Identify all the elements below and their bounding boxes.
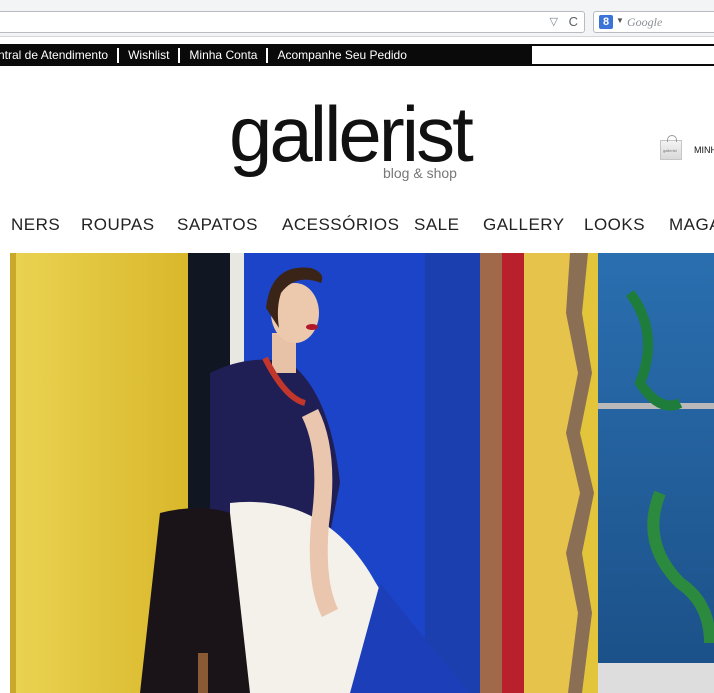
utility-bar: ntral de Atendimento Wishlist Minha Cont… xyxy=(0,44,714,66)
bag-print: gallerist xyxy=(663,148,677,153)
nav-roupas[interactable]: ROUPAS xyxy=(81,215,155,235)
main-navigation: NERS ROUPAS SAPATOS ACESSÓRIOS SALE GALL… xyxy=(0,215,714,239)
site-logo[interactable]: gallerist blog & shop xyxy=(229,92,489,192)
reload-icon[interactable]: C xyxy=(569,14,578,29)
logo-wordmark: gallerist xyxy=(229,90,474,178)
shopping-bag-icon[interactable]: gallerist xyxy=(660,135,682,160)
search-engine-caret-icon[interactable]: ▼ xyxy=(616,16,624,25)
nav-magazine[interactable]: MAGA xyxy=(669,215,714,235)
logo-tagline: blog & shop xyxy=(383,165,457,181)
utility-links: ntral de Atendimento Wishlist Minha Cont… xyxy=(0,44,416,66)
customer-service-link[interactable]: ntral de Atendimento xyxy=(0,48,117,62)
site-search-input[interactable] xyxy=(532,46,714,64)
address-bar[interactable]: ▽ C xyxy=(0,11,585,33)
nav-acessorios[interactable]: ACESSÓRIOS xyxy=(282,215,399,235)
search-placeholder: Google xyxy=(627,15,663,29)
hero-image xyxy=(10,253,714,693)
nav-gallery[interactable]: GALLERY xyxy=(483,215,565,235)
browser-toolbar: ▽ C 8 ▼ Google xyxy=(0,0,714,37)
browser-search-box[interactable]: 8 ▼ Google xyxy=(593,11,714,33)
nav-designers[interactable]: NERS xyxy=(11,215,60,235)
my-account-link[interactable]: Minha Conta xyxy=(180,48,266,62)
track-order-link[interactable]: Acompanhe Seu Pedido xyxy=(268,48,415,62)
dropdown-arrow-icon[interactable]: ▽ xyxy=(550,15,558,28)
cart-label[interactable]: MINH xyxy=(694,145,714,155)
nav-sale[interactable]: SALE xyxy=(414,215,459,235)
nav-looks[interactable]: LOOKS xyxy=(584,215,645,235)
hero-banner[interactable] xyxy=(10,253,714,693)
wishlist-link[interactable]: Wishlist xyxy=(119,48,178,62)
google-search-engine-icon[interactable]: 8 xyxy=(599,15,613,29)
nav-sapatos[interactable]: SAPATOS xyxy=(177,215,258,235)
